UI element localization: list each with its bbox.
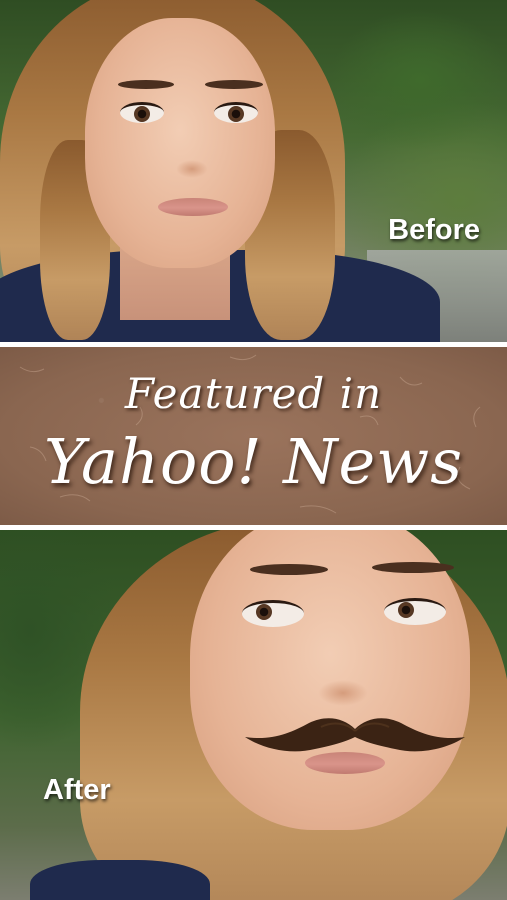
right-eyebrow	[205, 80, 263, 89]
before-photo: Before	[0, 0, 507, 342]
right-eye	[384, 598, 446, 625]
banner-featured-text: Featured in	[124, 369, 383, 418]
after-label: After	[43, 774, 111, 806]
lips	[158, 198, 228, 216]
shirt	[30, 860, 210, 900]
left-eyebrow	[250, 564, 328, 575]
banner-publication-text: Yahoo! News	[43, 425, 464, 498]
promo-screenshot: Before Featured in Yahoo! News After	[0, 0, 507, 900]
featured-banner: Featured in Yahoo! News	[0, 347, 507, 525]
left-eye	[120, 102, 164, 123]
nose	[176, 160, 208, 178]
left-eye	[242, 600, 304, 627]
left-eyebrow	[118, 80, 174, 89]
nose	[318, 680, 368, 706]
face	[85, 18, 275, 268]
right-eyebrow	[372, 562, 454, 573]
right-eye	[214, 102, 258, 123]
before-label: Before	[388, 214, 480, 246]
mustache-icon	[245, 718, 465, 752]
face	[190, 530, 470, 830]
